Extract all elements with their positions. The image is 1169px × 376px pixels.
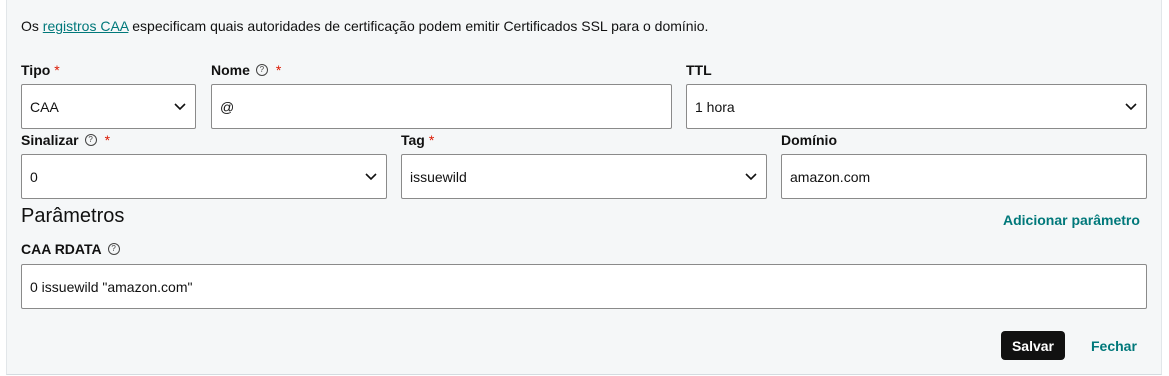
parametros-heading: Parâmetros xyxy=(21,205,125,227)
help-icon[interactable]: ? xyxy=(255,64,268,76)
sinalizar-value: 0 xyxy=(30,168,38,185)
chevron-down-icon xyxy=(744,170,758,184)
chevron-down-icon xyxy=(173,100,187,114)
caa-records-link[interactable]: registros CAA xyxy=(43,18,129,34)
dominio-label: Domínio xyxy=(781,132,837,148)
nome-label-text: Nome xyxy=(211,62,250,78)
tipo-label-text: Tipo xyxy=(21,62,51,78)
help-icon[interactable]: ? xyxy=(107,243,120,255)
tipo-select[interactable]: CAA xyxy=(21,84,196,129)
add-parameter-button[interactable]: Adicionar parâmetro xyxy=(1003,212,1140,228)
nome-label: Nome ? * xyxy=(211,62,281,78)
nome-value: @ xyxy=(220,98,235,115)
intro-text: Os registros CAA especificam quais autor… xyxy=(21,18,708,34)
tipo-label: Tipo * xyxy=(21,62,60,78)
required-marker: * xyxy=(428,132,435,148)
chevron-down-icon xyxy=(364,170,378,184)
rdata-label-text: CAA RDATA xyxy=(21,241,102,257)
ttl-label: TTL xyxy=(686,62,712,78)
sinalizar-select[interactable]: 0 xyxy=(21,154,387,199)
required-marker: * xyxy=(104,132,111,148)
ttl-select[interactable]: 1 hora xyxy=(686,84,1147,129)
rdata-value: 0 issuewild "amazon.com" xyxy=(30,278,193,295)
required-marker: * xyxy=(54,62,60,78)
tipo-value: CAA xyxy=(30,98,59,115)
intro-prefix: Os xyxy=(21,18,43,34)
rdata-input[interactable]: 0 issuewild "amazon.com" xyxy=(21,264,1147,309)
dominio-label-text: Domínio xyxy=(781,132,837,148)
dominio-input[interactable]: amazon.com xyxy=(781,154,1147,199)
help-icon[interactable]: ? xyxy=(84,134,97,146)
nome-input[interactable]: @ xyxy=(211,84,672,129)
required-marker: * xyxy=(275,62,282,78)
dominio-value: amazon.com xyxy=(790,168,871,185)
sinalizar-label-text: Sinalizar xyxy=(21,132,79,148)
rdata-label: CAA RDATA ? xyxy=(21,241,124,257)
intro-suffix: especificam quais autoridades de certifi… xyxy=(128,18,709,34)
tag-value: issuewild xyxy=(410,168,467,185)
ttl-value: 1 hora xyxy=(695,98,735,115)
tag-label-text: Tag xyxy=(401,132,425,148)
sinalizar-label: Sinalizar ? * xyxy=(21,132,110,148)
save-button[interactable]: Salvar xyxy=(1001,331,1065,360)
tag-select[interactable]: issuewild xyxy=(401,154,767,199)
close-button[interactable]: Fechar xyxy=(1091,338,1137,354)
chevron-down-icon xyxy=(1124,100,1138,114)
ttl-label-text: TTL xyxy=(686,62,712,78)
tag-label: Tag * xyxy=(401,132,434,148)
